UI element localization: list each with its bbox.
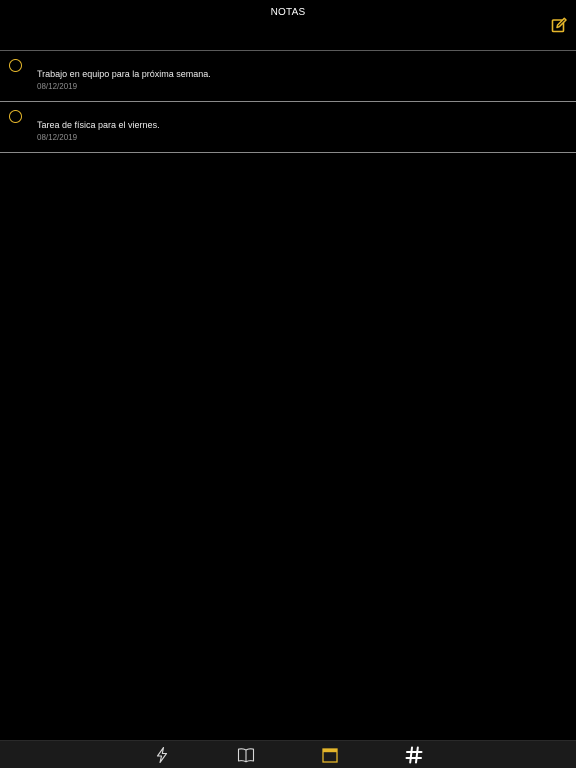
tab-lightning[interactable]: [153, 746, 171, 764]
notes-screen: NOTAS Trabajo en equipo para la próxima …: [0, 0, 576, 768]
note-text: Tarea de física para el viernes.: [37, 120, 160, 130]
navigation-bar: NOTAS: [0, 0, 576, 51]
tab-bar: [0, 740, 576, 768]
lightning-icon: [156, 746, 168, 764]
list-item[interactable]: Tarea de física para el viernes. 08/12/2…: [0, 102, 576, 153]
note-text: Trabajo en equipo para la próxima semana…: [37, 69, 211, 79]
page-title: NOTAS: [270, 7, 306, 18]
compose-button[interactable]: [551, 17, 567, 33]
tab-calendar[interactable]: [321, 746, 339, 764]
hashtag-icon: [405, 746, 423, 764]
notes-list: Trabajo en equipo para la próxima semana…: [0, 51, 576, 153]
book-icon: [237, 748, 255, 763]
complete-toggle-circle[interactable]: [9, 59, 22, 72]
complete-toggle-circle[interactable]: [9, 110, 22, 123]
compose-icon: [551, 17, 567, 33]
calendar-icon: [322, 748, 338, 763]
tab-book[interactable]: [237, 746, 255, 764]
note-date: 08/12/2019: [37, 82, 78, 91]
note-date: 08/12/2019: [37, 133, 78, 142]
list-item[interactable]: Trabajo en equipo para la próxima semana…: [0, 51, 576, 102]
tab-hashtag[interactable]: [405, 746, 423, 764]
